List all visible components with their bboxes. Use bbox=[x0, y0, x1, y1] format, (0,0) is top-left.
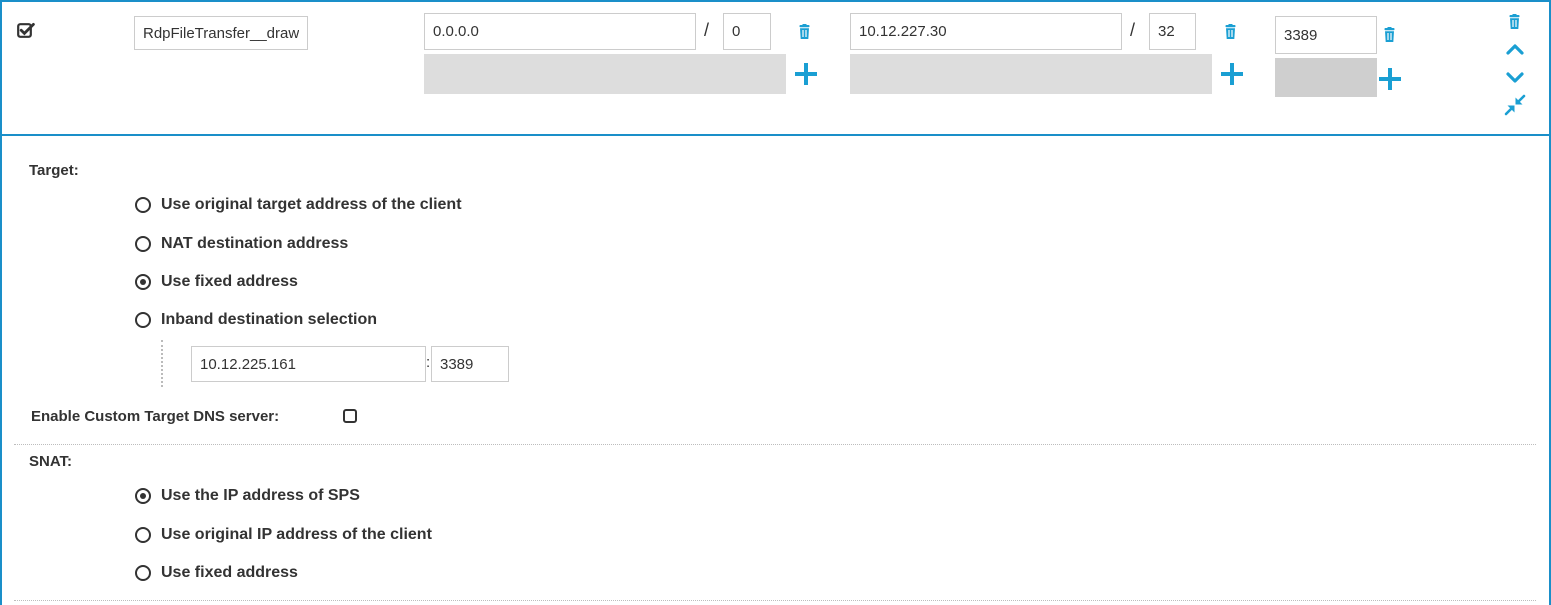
chevron-up-icon bbox=[1506, 44, 1524, 55]
port-add-area bbox=[1275, 58, 1377, 97]
add-port-button[interactable] bbox=[1379, 68, 1401, 90]
target-label: Target: bbox=[29, 162, 79, 179]
from-address-input[interactable] bbox=[424, 13, 696, 50]
add-from-network-button[interactable] bbox=[795, 63, 817, 85]
to-address-input[interactable] bbox=[850, 13, 1122, 50]
radio-label: Use original IP address of the client bbox=[161, 526, 432, 543]
delete-from-button[interactable] bbox=[797, 24, 812, 40]
target-option-fixed[interactable]: Use fixed address bbox=[135, 273, 298, 291]
radio-label: Use fixed address bbox=[161, 564, 298, 581]
target-option-nat[interactable]: NAT destination address bbox=[135, 235, 348, 253]
plus-icon bbox=[1379, 68, 1401, 90]
snat-option-original[interactable]: Use original IP address of the client bbox=[135, 526, 432, 544]
trash-icon bbox=[1225, 24, 1236, 39]
address-port-separator: : bbox=[426, 354, 431, 371]
snat-label: SNAT: bbox=[29, 453, 73, 470]
custom-dns-label: Enable Custom Target DNS server: bbox=[31, 408, 280, 425]
target-option-inband[interactable]: Inband destination selection bbox=[135, 311, 377, 329]
plus-icon bbox=[795, 63, 817, 85]
collapse-icon bbox=[1504, 94, 1526, 116]
plus-icon bbox=[1221, 63, 1243, 85]
radio-button[interactable] bbox=[135, 488, 151, 504]
port-input[interactable] bbox=[1275, 16, 1377, 54]
to-network-add-area bbox=[850, 54, 1212, 94]
checkbox-checked-icon bbox=[17, 23, 35, 38]
delete-to-button[interactable] bbox=[1223, 24, 1238, 40]
fixed-port-input[interactable] bbox=[431, 346, 509, 382]
move-down-button[interactable] bbox=[1506, 72, 1524, 84]
delete-rule-button[interactable] bbox=[1507, 14, 1522, 30]
snat-option-sps[interactable]: Use the IP address of SPS bbox=[135, 487, 360, 505]
indent-guide bbox=[161, 340, 163, 387]
radio-button[interactable] bbox=[135, 565, 151, 581]
trash-icon bbox=[1509, 14, 1520, 29]
enable-checkbox[interactable] bbox=[17, 22, 35, 39]
radio-button[interactable] bbox=[135, 527, 151, 543]
trash-icon bbox=[799, 24, 810, 39]
trash-icon bbox=[1384, 27, 1395, 42]
delete-port-button[interactable] bbox=[1382, 27, 1397, 43]
from-network-add-area bbox=[424, 54, 786, 94]
section-divider bbox=[14, 444, 1536, 445]
chevron-down-icon bbox=[1506, 72, 1524, 83]
target-option-original[interactable]: Use original target address of the clien… bbox=[135, 196, 462, 214]
radio-label: Inband destination selection bbox=[161, 311, 378, 328]
add-to-network-button[interactable] bbox=[1221, 63, 1243, 85]
from-prefix-input[interactable] bbox=[723, 13, 771, 50]
collapse-button[interactable] bbox=[1504, 94, 1526, 116]
radio-button[interactable] bbox=[135, 312, 151, 328]
fixed-address-input[interactable] bbox=[191, 346, 426, 382]
snat-option-fixed[interactable]: Use fixed address bbox=[135, 564, 298, 582]
header-divider bbox=[0, 134, 1551, 136]
prefix-separator: / bbox=[704, 20, 710, 40]
radio-button[interactable] bbox=[135, 197, 151, 213]
rule-name-input[interactable] bbox=[134, 16, 308, 50]
radio-label: Use fixed address bbox=[161, 273, 298, 290]
radio-label: NAT destination address bbox=[161, 235, 349, 252]
move-up-button[interactable] bbox=[1506, 43, 1524, 55]
custom-dns-checkbox[interactable] bbox=[343, 409, 357, 423]
prefix-separator: / bbox=[1130, 20, 1136, 40]
radio-label: Use the IP address of SPS bbox=[161, 487, 360, 504]
section-divider bbox=[14, 600, 1536, 601]
radio-button[interactable] bbox=[135, 274, 151, 290]
to-prefix-input[interactable] bbox=[1149, 13, 1196, 50]
radio-label: Use original target address of the clien… bbox=[161, 196, 462, 213]
radio-button[interactable] bbox=[135, 236, 151, 252]
